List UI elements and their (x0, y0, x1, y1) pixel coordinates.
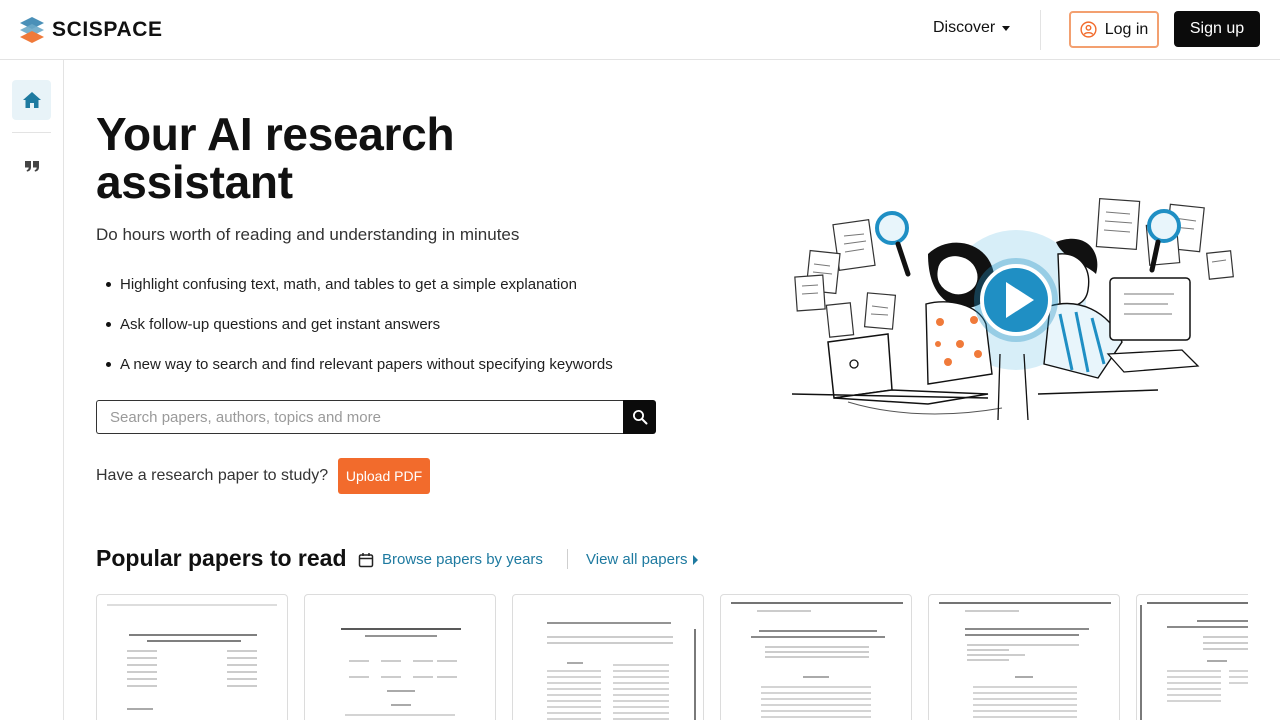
paper-card[interactable] (304, 594, 496, 720)
sidebar-item-citation[interactable] (18, 152, 46, 180)
sidebar-divider (12, 132, 51, 133)
paper-card[interactable] (720, 594, 912, 720)
feature-list: Highlight confusing text, math, and tabl… (106, 276, 613, 396)
upload-pdf-label: Upload PDF (345, 468, 423, 484)
researchers-illustration (791, 198, 1234, 421)
hero-illustration (788, 194, 1250, 426)
logo-text: SCISPACE (52, 18, 163, 41)
scispace-logo[interactable]: SCISPACE (20, 15, 163, 45)
link-separator (567, 549, 568, 569)
top-header: SCISPACE Discover Log in Sign up (0, 0, 1280, 60)
search-input[interactable] (96, 400, 624, 434)
chevron-down-icon (1002, 26, 1011, 31)
paper-card[interactable] (928, 594, 1120, 720)
popular-papers-carousel (96, 594, 1248, 720)
discover-label: Discover (933, 19, 996, 36)
sidebar-item-home[interactable] (12, 80, 51, 120)
paper-thumbnail (1140, 602, 1248, 720)
scispace-logo-icon (20, 17, 44, 43)
paper-card[interactable] (96, 594, 288, 720)
paper-thumbnail (939, 602, 1111, 718)
discover-menu[interactable]: Discover (933, 19, 1011, 37)
quote-icon (25, 161, 39, 172)
paper-thumbnail (107, 604, 277, 710)
login-button[interactable]: Log in (1069, 11, 1159, 48)
browse-by-years-label: Browse papers by years (382, 551, 543, 568)
popular-papers-title: Popular papers to read (96, 545, 347, 571)
paper-card[interactable] (512, 594, 704, 720)
signup-label: Sign up (1189, 20, 1245, 37)
chevron-right-icon (693, 554, 699, 565)
feature-item: Ask follow-up questions and get instant … (106, 316, 613, 356)
user-circle-icon (1080, 21, 1097, 38)
view-all-papers-label: View all papers (586, 551, 688, 568)
search-button[interactable] (623, 400, 656, 434)
login-label: Log in (1104, 20, 1149, 38)
paper-thumbnail (731, 602, 903, 718)
signup-button[interactable]: Sign up (1174, 11, 1260, 47)
feature-item: A new way to search and find relevant pa… (106, 356, 613, 396)
header-divider (1040, 10, 1041, 50)
paper-thumbnail (341, 628, 461, 716)
search-icon (632, 410, 647, 425)
left-sidebar (0, 60, 64, 720)
hero-title: Your AI research assistant (96, 108, 455, 208)
upload-pdf-button[interactable]: Upload PDF (338, 458, 430, 494)
hero-subtitle: Do hours worth of reading and understand… (96, 225, 520, 244)
browse-by-years-link[interactable]: Browse papers by years (358, 551, 543, 568)
view-all-papers-link[interactable]: View all papers (586, 551, 699, 568)
feature-item: Highlight confusing text, math, and tabl… (106, 276, 613, 316)
paper-card[interactable] (1136, 594, 1248, 720)
paper-thumbnail (547, 622, 696, 720)
calendar-icon (358, 552, 374, 567)
upload-prompt: Have a research paper to study? (96, 467, 329, 484)
home-icon (22, 92, 41, 108)
